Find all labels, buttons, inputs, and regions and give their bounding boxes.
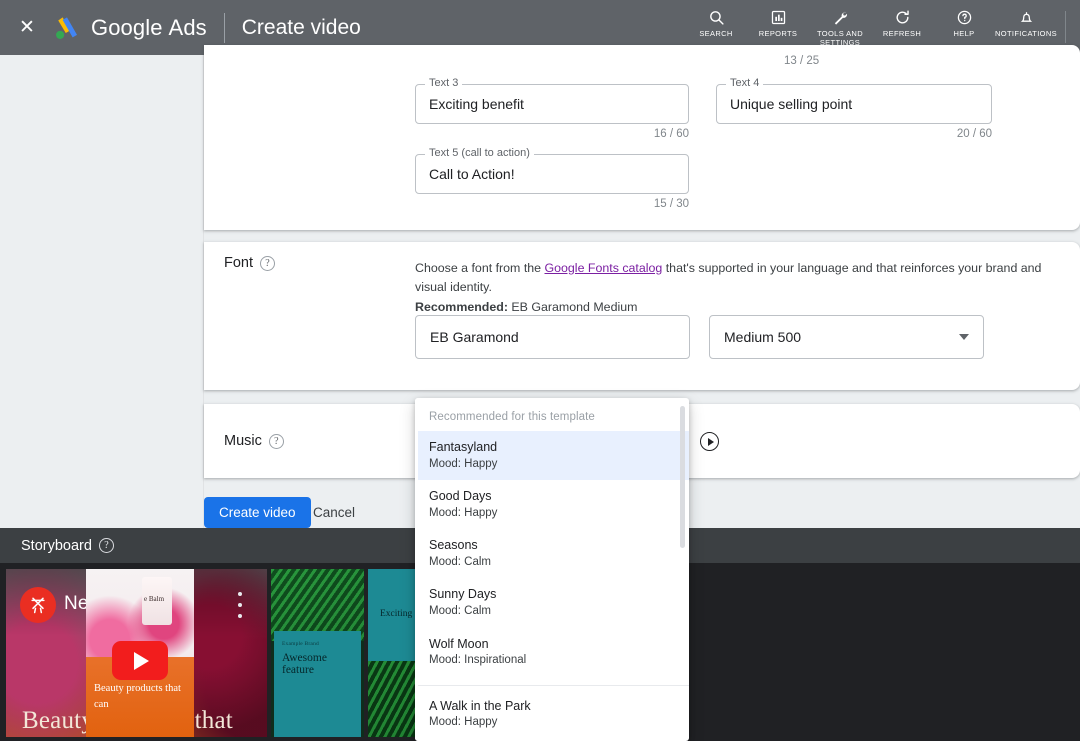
frame-1-more-options-icon[interactable] (232, 592, 248, 618)
help-icon[interactable]: ? (268, 433, 284, 449)
frame-2-headline: Awesome feature (282, 652, 327, 676)
header-action-search[interactable]: SEARCH (685, 7, 747, 39)
dropdown-divider (415, 684, 689, 686)
brand-name: Google Ads (91, 15, 207, 41)
font-family-value: EB Garamond (430, 329, 519, 345)
youtube-play-icon[interactable] (112, 641, 168, 680)
play-music-button[interactable] (700, 432, 719, 451)
font-recommended-label: Recommended: (415, 300, 508, 315)
dropdown-item-wolf-moon[interactable]: Wolf Moon Mood: Inspirational (415, 628, 689, 677)
google-ads-logo-icon (56, 16, 77, 39)
text-4-field[interactable]: Unique selling point Text 4 20 / 60 (716, 77, 992, 140)
text-5-label: Text 5 (call to action) (425, 147, 534, 159)
frame-2-brandline: Example Brand (282, 641, 319, 647)
font-weight-select[interactable]: Medium 500 (709, 315, 984, 359)
dropdown-item-title: Good Days (429, 489, 492, 504)
header-action-notifications[interactable]: NOTIFICATIONS (995, 7, 1057, 39)
dropdown-left-edge (415, 398, 418, 741)
counter-text1: 13 / 25 (784, 55, 820, 67)
help-icon[interactable]: ? (98, 538, 114, 553)
dropdown-item-title: Wolf Moon (429, 636, 489, 651)
frame-1-preview-card: e Balm Beauty products that can (86, 569, 194, 737)
dropdown-scrollbar[interactable] (680, 406, 685, 548)
header-action-label: REPORTS (758, 29, 798, 38)
dropdown-group-label: Recommended for this template (429, 411, 595, 423)
refresh-icon (894, 7, 911, 27)
brand-ads: Ads (168, 14, 207, 40)
header-action-reports[interactable]: REPORTS (747, 7, 809, 39)
chevron-down-icon (959, 334, 969, 340)
music-section-label: Music (224, 433, 262, 449)
text-3-input[interactable]: Exciting benefit (415, 84, 689, 124)
dropdown-item-a-walk-in-the-park[interactable]: A Walk in the Park Mood: Happy (415, 690, 689, 739)
dropdown-item-seasons[interactable]: Seasons Mood: Calm (415, 529, 689, 578)
google-fonts-catalog-link[interactable]: Google Fonts catalog (545, 261, 663, 275)
storyboard-label: Storyboard (21, 537, 92, 554)
dropdown-item-mood: Mood: Happy (429, 457, 498, 470)
font-description: Choose a font from the Google Fonts cata… (415, 259, 1060, 317)
header-action-label: SEARCH (699, 29, 733, 38)
font-section-label-group: Font ? (224, 255, 276, 271)
font-weight-value: Medium 500 (724, 329, 802, 345)
dropdown-item-title: Seasons (429, 538, 478, 553)
tools-and-settings-icon (832, 7, 849, 27)
music-section-label-group: Music ? (224, 433, 284, 449)
help-icon (956, 7, 973, 27)
counter-text3: 16 / 60 (653, 128, 689, 140)
text-4-label: Text 4 (726, 77, 764, 89)
dropdown-item-title: A Walk in the Park (429, 698, 531, 713)
storyboard-frame-1[interactable]: Beauty products that Newsfeed e Balm (6, 569, 267, 737)
frame-1-card-brand: e Balm (144, 595, 165, 603)
text-3-label: Text 3 (425, 77, 463, 89)
header-end-divider (1065, 11, 1066, 43)
dropdown-item-good-days[interactable]: Good Days Mood: Happy (415, 480, 689, 529)
dropdown-item-mood: Mood: Happy (429, 716, 498, 729)
dropdown-item-mood: Mood: Inspirational (429, 654, 527, 667)
dropdown-item-title: Fantasyland (429, 440, 498, 454)
font-description-prefix: Choose a font from the (415, 261, 545, 275)
text-5-input[interactable]: Call to Action! (415, 154, 689, 194)
play-icon (707, 437, 714, 446)
header-action-label: HELP (953, 29, 975, 38)
dropdown-item-mood: Mood: Calm (429, 555, 491, 568)
music-dropdown-menu[interactable]: Recommended for this template Fantasylan… (415, 398, 689, 741)
dropdown-item-title: Sunny Days (429, 587, 497, 602)
font-recommended-value: EB Garamond Medium (507, 300, 638, 315)
reports-icon (770, 7, 787, 27)
text-4-input[interactable]: Unique selling point (716, 84, 992, 124)
frame-1-card-caption: Beauty products that can (94, 683, 181, 711)
counter-text4: 20 / 60 (956, 128, 992, 140)
header-action-tools-and-settings[interactable]: TOOLS AND SETTINGS (809, 7, 871, 48)
dropdown-item-mood: Mood: Happy (429, 506, 498, 519)
frame-3-headline: Exciting (380, 609, 413, 619)
page-title: Create video (241, 15, 361, 39)
text-5-field[interactable]: Call to Action! Text 5 (call to action) … (415, 147, 689, 210)
text-fields-card: 13 / 25 15 / 90 Exciting benefit Text 3 … (204, 45, 1080, 230)
header-action-label: REFRESH (882, 29, 922, 38)
dropdown-item-sunny-days[interactable]: Sunny Days Mood: Calm (415, 578, 689, 627)
dropdown-item-mood: Mood: Calm (429, 605, 491, 618)
search-icon (708, 7, 725, 27)
header-action-help[interactable]: HELP (933, 7, 995, 39)
cancel-button[interactable]: Cancel (305, 497, 363, 528)
create-video-button[interactable]: Create video (204, 497, 311, 528)
font-family-select[interactable]: EB Garamond (415, 315, 690, 359)
header-divider (223, 12, 225, 43)
help-icon[interactable]: ? (260, 255, 276, 271)
header-action-label: NOTIFICATIONS (995, 29, 1057, 38)
counter-text5: 15 / 30 (653, 198, 689, 210)
brand-google: Google (91, 14, 163, 40)
storyboard-frame-2[interactable]: Example Brand Awesome feature (271, 569, 364, 737)
close-button[interactable]: ✕ (14, 15, 40, 41)
header-action-refresh[interactable]: REFRESH (871, 7, 933, 39)
director-chair-icon (20, 587, 56, 623)
bell-icon (1018, 7, 1035, 27)
app-root: ✕ Google Ads Create video SEARCH REPORTS… (0, 0, 1080, 741)
font-card: Font ? Choose a font from the Google Fon… (204, 242, 1080, 390)
font-section-label: Font (224, 255, 254, 271)
dropdown-item-fantasyland[interactable]: Fantasyland Mood: Happy (415, 431, 689, 481)
text-3-field[interactable]: Exciting benefit Text 3 16 / 60 (415, 77, 689, 140)
frame-2-teal-card: Example Brand Awesome feature (274, 631, 361, 737)
